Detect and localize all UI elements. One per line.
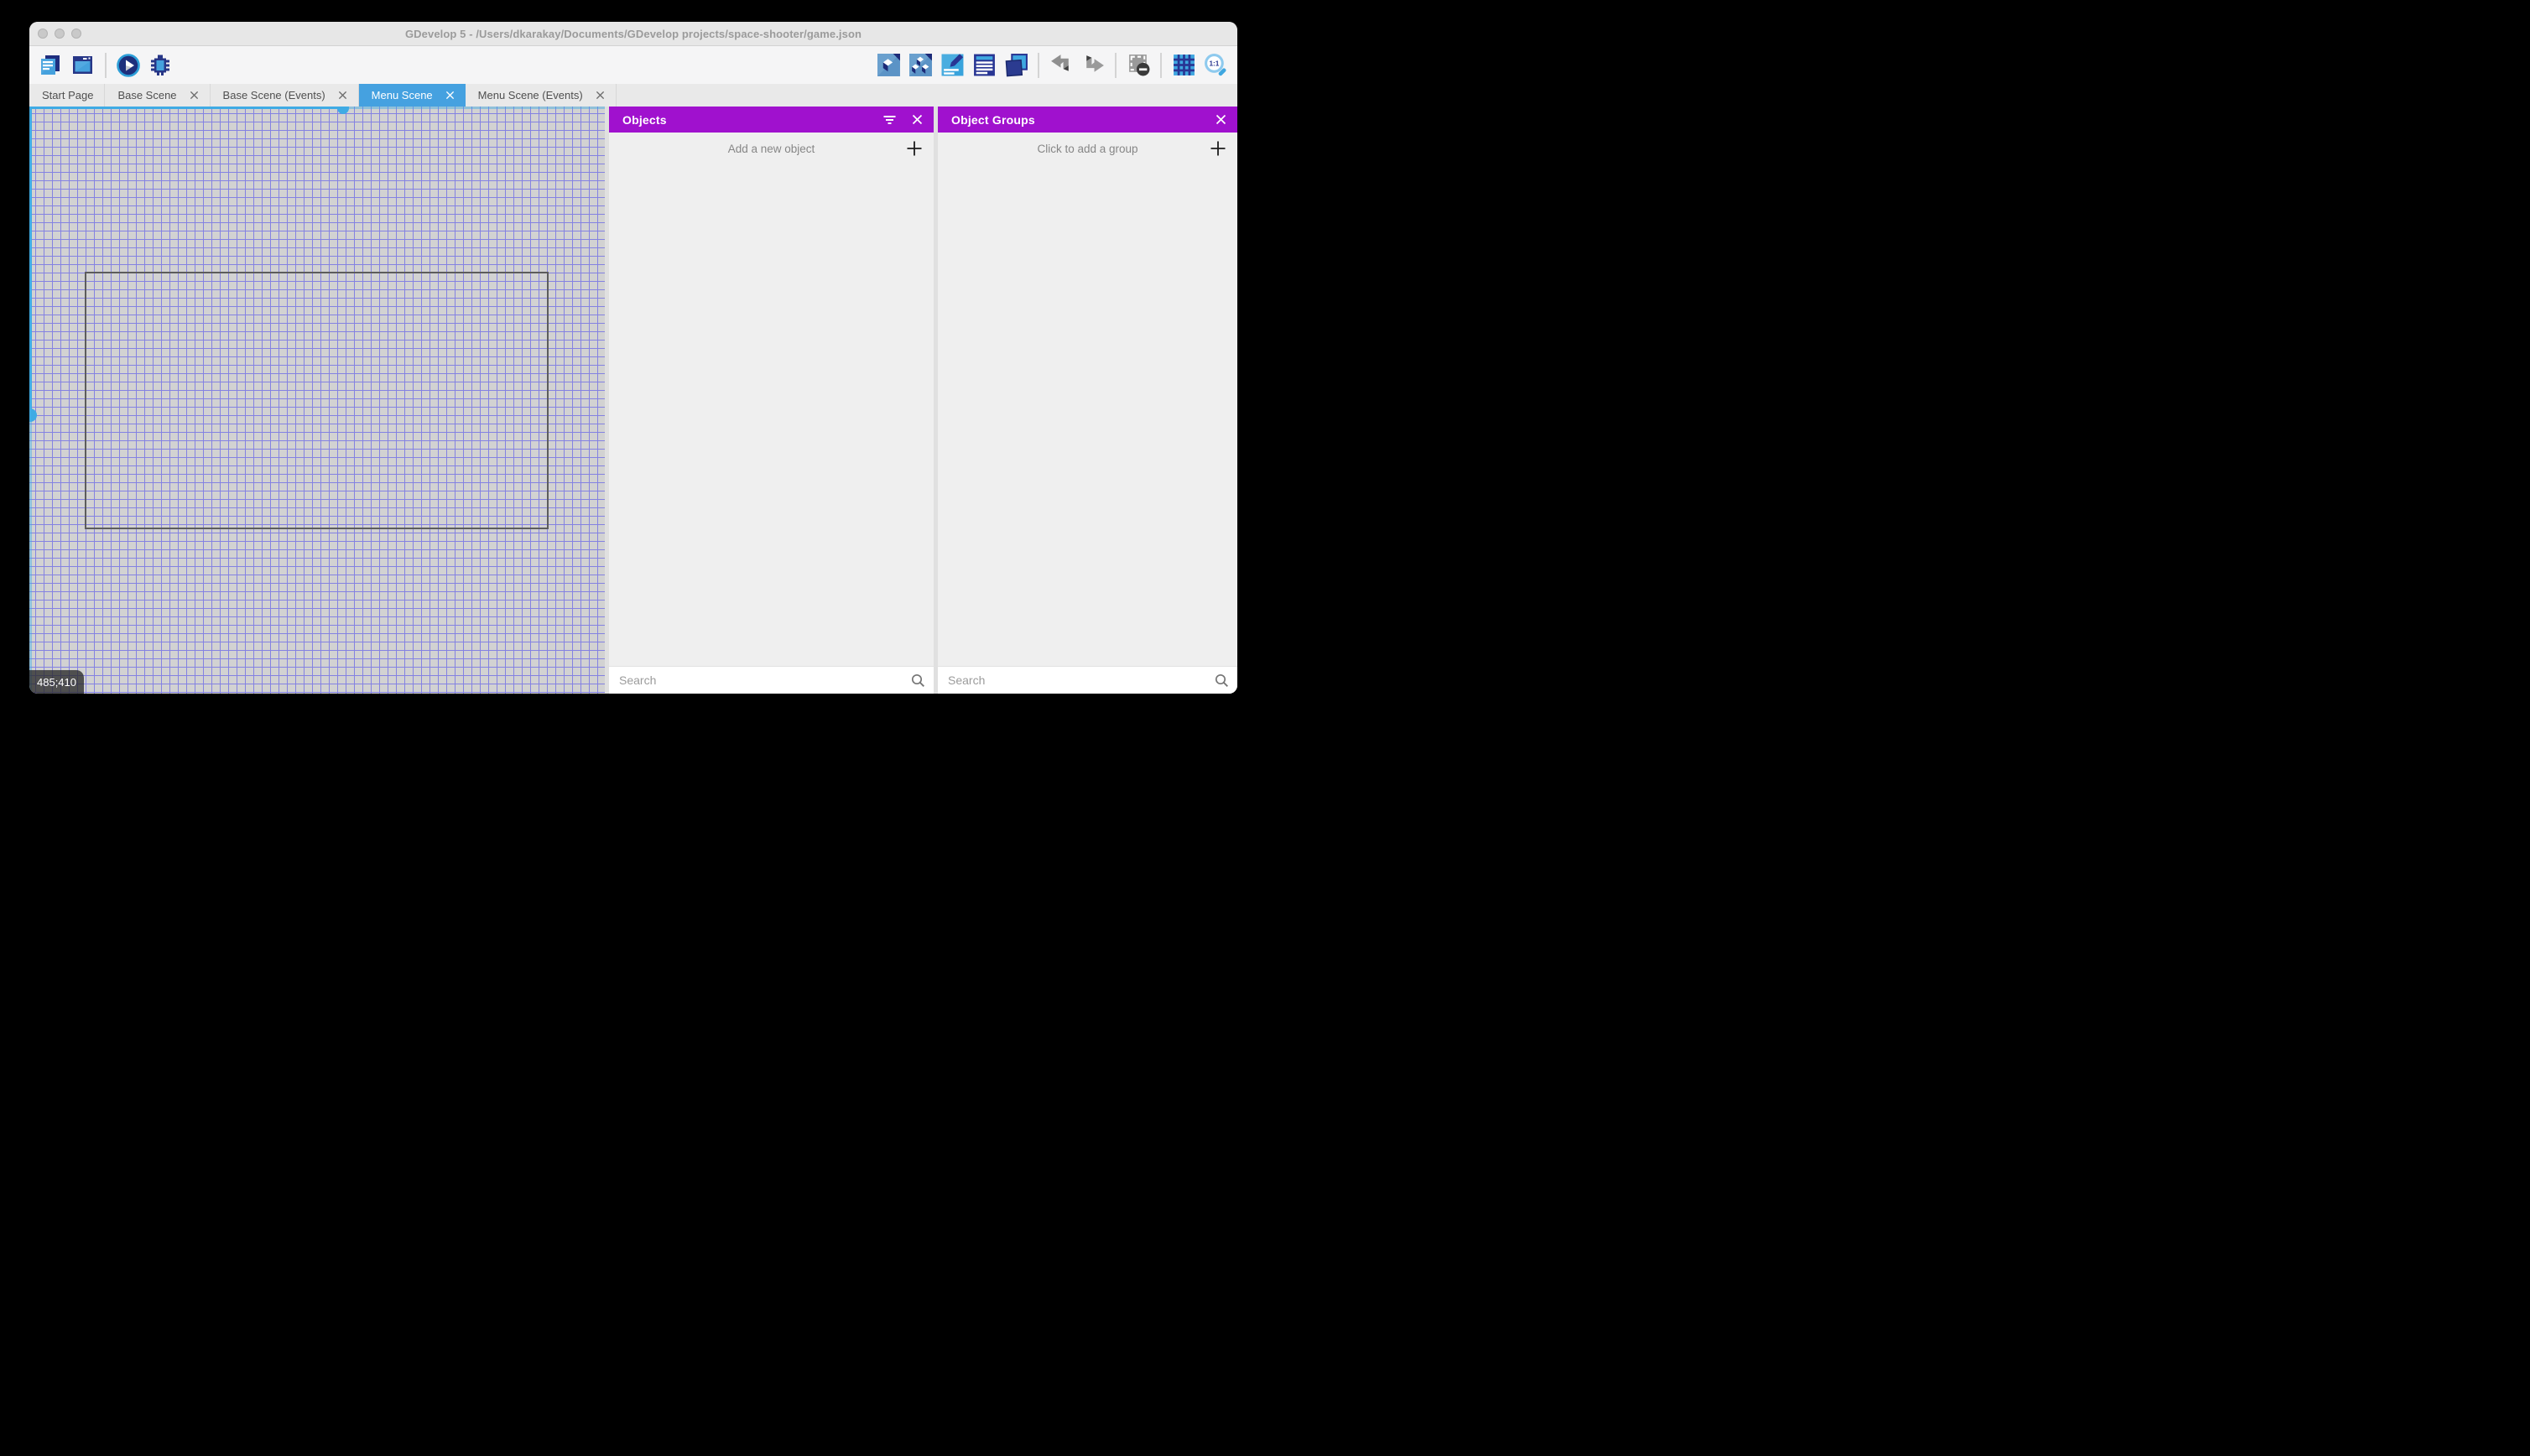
cursor-coordinates-badge: 485;410 — [29, 670, 84, 694]
objects-panel-header: Objects — [609, 107, 934, 133]
tab-base-scene[interactable]: Base Scene — [105, 84, 211, 107]
traffic-lights — [38, 29, 81, 39]
close-objects-panel-button[interactable] — [912, 114, 923, 125]
close-tab-icon[interactable] — [190, 91, 199, 100]
open-instances-list-button[interactable] — [971, 53, 997, 78]
filter-objects-button[interactable] — [883, 115, 896, 125]
tab-base-scene-events[interactable]: Base Scene (Events) — [211, 84, 359, 107]
vertical-scrollbar-fill — [29, 107, 32, 414]
titlebar: GDevelop 5 - /Users/dkarakay/Documents/G… — [29, 22, 1237, 46]
groups-search-bar — [938, 666, 1237, 694]
close-window-button[interactable] — [38, 29, 48, 39]
play-icon — [117, 53, 140, 77]
zoom-options-button[interactable]: 1:1 — [1203, 53, 1228, 78]
editor-tabbar: Start Page Base Scene Base Scene (Events… — [29, 84, 1237, 107]
toolbar-separator — [105, 52, 107, 78]
preview-button[interactable] — [116, 53, 141, 78]
toolbar-separator — [1038, 52, 1039, 78]
undo-button[interactable] — [1049, 53, 1074, 78]
tab-start-page[interactable]: Start Page — [29, 84, 106, 107]
objects-panel-title: Objects — [622, 112, 667, 127]
add-group-plus-icon — [1210, 140, 1226, 161]
close-object-groups-panel-button[interactable] — [1216, 114, 1226, 125]
open-object-groups-editor-button[interactable] — [908, 53, 933, 78]
tab-menu-scene-events[interactable]: Menu Scene (Events) — [466, 84, 617, 107]
add-group-label: Click to add a group — [1037, 142, 1138, 155]
objects-search-bar — [609, 666, 934, 694]
objects-panel: Objects Add a new object Search — [609, 107, 934, 694]
open-layers-editor-button[interactable] — [1003, 53, 1028, 78]
search-icon — [911, 673, 925, 692]
close-tab-icon[interactable] — [445, 91, 455, 100]
object-groups-panel: Object Groups Click to add a group — [938, 107, 1237, 694]
instances-list-icon — [973, 54, 995, 76]
gdevelop-window: GDevelop 5 - /Users/dkarakay/Documents/G… — [29, 22, 1237, 694]
objects-editor-icon — [877, 54, 900, 76]
toolbar-separator — [1160, 52, 1162, 78]
close-icon — [912, 114, 923, 125]
content-area: 485;410 Objects Add a new object Search … — [29, 107, 1237, 694]
horizontal-scrollbar-fill — [29, 107, 346, 109]
redo-icon — [1085, 55, 1104, 72]
groups-list-empty[interactable] — [938, 164, 1237, 666]
grid-icon — [1173, 55, 1195, 75]
bug-icon — [151, 55, 169, 75]
toolbar-separator — [1115, 52, 1117, 78]
main-toolbar: 1:1 — [29, 46, 1237, 84]
tab-label: Menu Scene (Events) — [477, 89, 583, 101]
toolbar-right-group: 1:1 — [872, 52, 1231, 78]
toggle-grid-button[interactable] — [1171, 53, 1196, 78]
open-properties-button[interactable] — [940, 53, 965, 78]
window-mask-icon — [1128, 55, 1149, 76]
search-icon — [1215, 673, 1229, 692]
add-object-plus-icon — [906, 140, 923, 161]
horizontal-scrollbar-thumb[interactable] — [337, 107, 349, 114]
tab-label: Base Scene — [117, 89, 177, 101]
scene-editor-canvas[interactable]: 485;410 — [29, 107, 605, 694]
objects-search-input[interactable] — [609, 673, 934, 687]
open-objects-editor-button[interactable] — [876, 53, 901, 78]
layers-icon — [1005, 54, 1028, 77]
scene-window-button[interactable] — [70, 53, 96, 78]
close-tab-icon[interactable] — [338, 91, 347, 100]
project-manager-button[interactable] — [39, 53, 64, 78]
game-window-bounds — [85, 272, 549, 529]
minimize-window-button[interactable] — [55, 29, 65, 39]
filter-icon — [883, 115, 896, 124]
redo-button[interactable] — [1080, 53, 1106, 78]
tab-label: Base Scene (Events) — [222, 89, 325, 101]
close-icon — [1216, 114, 1226, 125]
debugger-button[interactable] — [148, 53, 173, 78]
objects-list-empty[interactable] — [609, 164, 934, 666]
toggle-window-mask-button[interactable] — [1126, 53, 1151, 78]
project-manager-icon — [41, 55, 60, 75]
add-object-row[interactable]: Add a new object — [609, 133, 934, 164]
close-tab-icon[interactable] — [596, 91, 605, 100]
object-groups-panel-title: Object Groups — [951, 112, 1035, 127]
object-groups-icon — [908, 54, 932, 76]
window-title: GDevelop 5 - /Users/dkarakay/Documents/G… — [404, 27, 862, 40]
add-object-label: Add a new object — [727, 142, 815, 155]
window-icon — [73, 55, 92, 74]
zoom-ratio-label: 1:1 — [1209, 60, 1219, 68]
maximize-window-button[interactable] — [71, 29, 81, 39]
properties-icon — [941, 54, 963, 76]
tab-label: Start Page — [42, 89, 94, 101]
tab-menu-scene[interactable]: Menu Scene — [358, 84, 466, 107]
undo-icon — [1050, 55, 1069, 71]
add-group-row[interactable]: Click to add a group — [938, 133, 1237, 164]
vertical-scrollbar-thumb[interactable] — [29, 408, 37, 422]
groups-search-input[interactable] — [938, 673, 1237, 687]
object-groups-panel-header: Object Groups — [938, 107, 1237, 133]
tab-label: Menu Scene — [371, 89, 433, 101]
zoom-1to1-icon: 1:1 — [1204, 54, 1226, 76]
